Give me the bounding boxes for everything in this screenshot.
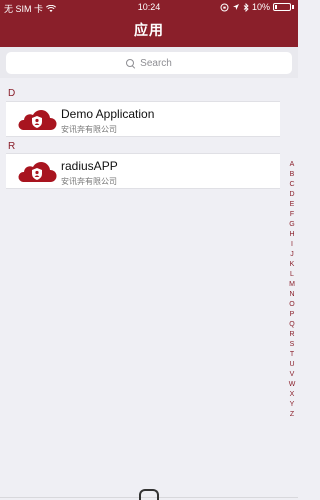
bluetooth-icon <box>243 2 249 12</box>
index-letter[interactable]: A <box>290 160 295 170</box>
index-letter[interactable]: F <box>290 210 294 220</box>
app-company: 安讯奔有限公司 <box>61 177 117 186</box>
search-placeholder: Search <box>140 57 172 69</box>
index-letter[interactable]: H <box>289 230 294 240</box>
index-letter[interactable]: P <box>290 310 295 320</box>
index-letter[interactable]: O <box>289 300 294 310</box>
index-letter[interactable]: M <box>289 280 295 290</box>
index-letter[interactable]: T <box>290 350 294 360</box>
location-icon <box>232 4 239 10</box>
index-letter[interactable]: K <box>290 260 295 270</box>
cloud-shield-icon <box>15 108 59 134</box>
battery-tip <box>292 5 294 9</box>
app-name: Demo Application <box>61 107 155 121</box>
index-letter[interactable]: Q <box>289 320 294 330</box>
battery-icon <box>273 3 291 11</box>
alphabet-index[interactable]: ABCDEFGHIJKLMNOPQRSTUVWXYZ <box>286 160 298 420</box>
index-letter[interactable]: J <box>290 250 294 260</box>
list-item-demo-application[interactable]: Demo Application 安讯奔有限公司 <box>6 101 280 137</box>
index-letter[interactable]: N <box>289 290 294 300</box>
section-header-r: R <box>8 141 16 152</box>
index-letter[interactable]: X <box>290 390 295 400</box>
status-bar: 无 SIM 卡 10:24 10% <box>0 0 298 14</box>
index-letter[interactable]: B <box>290 170 295 180</box>
index-letter[interactable]: Z <box>290 410 294 420</box>
scan-icon[interactable] <box>139 489 159 500</box>
battery-percent: 10% <box>251 2 270 12</box>
app-company: 安讯奔有限公司 <box>61 125 117 134</box>
search-bar: Search <box>0 47 298 78</box>
index-letter[interactable]: W <box>289 380 296 390</box>
cloud-shield-icon <box>15 160 59 186</box>
index-letter[interactable]: G <box>289 220 294 230</box>
search-input[interactable]: Search <box>6 52 292 74</box>
index-letter[interactable]: R <box>289 330 294 340</box>
section-header-d: D <box>8 88 16 99</box>
index-letter[interactable]: D <box>289 190 294 200</box>
app-name: radiusAPP <box>61 159 118 173</box>
index-letter[interactable]: Y <box>290 400 295 410</box>
app-header: 无 SIM 卡 10:24 10% 应用 <box>0 0 298 47</box>
index-letter[interactable]: E <box>290 200 295 210</box>
orientation-lock-icon <box>220 3 229 11</box>
page-title: 应用 <box>134 22 164 38</box>
index-letter[interactable]: L <box>290 270 294 280</box>
index-letter[interactable]: I <box>291 240 293 250</box>
index-letter[interactable]: S <box>290 340 295 350</box>
status-right: 10% <box>220 2 294 12</box>
index-letter[interactable]: U <box>289 360 294 370</box>
index-letter[interactable]: V <box>290 370 295 380</box>
index-letter[interactable]: C <box>289 180 294 190</box>
list-item-radiusapp[interactable]: radiusAPP 安讯奔有限公司 <box>6 153 280 189</box>
search-icon <box>126 58 135 68</box>
